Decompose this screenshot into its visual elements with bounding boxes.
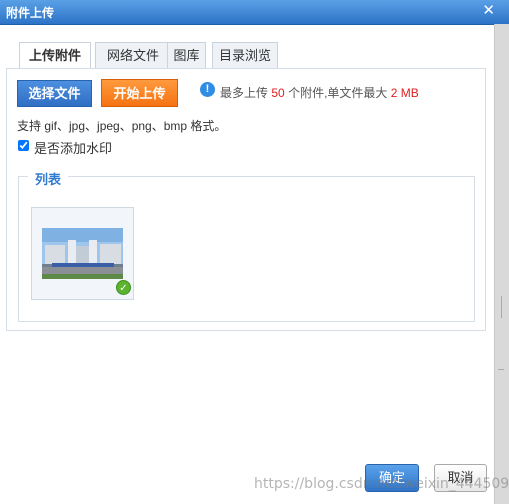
- info-middle: 个附件,单文件最大: [288, 86, 388, 100]
- tab-network-file[interactable]: 网络文件: [95, 42, 171, 68]
- upload-success-icon: ✓: [116, 280, 131, 295]
- info-prefix: 最多上传: [220, 86, 269, 100]
- watermark-checkbox[interactable]: [18, 140, 29, 151]
- background-page-strip: [494, 24, 509, 504]
- dialog-title-bar: 附件上传 ✕: [0, 0, 509, 25]
- page-watermark: https://blog.csdn.net/weixin_44450968: [254, 476, 509, 492]
- file-list-legend: 列表: [28, 169, 69, 188]
- upload-limit-info: 最多上传 50 个附件,单文件最大 2 MB: [220, 84, 419, 101]
- tab-gallery[interactable]: 图库: [167, 42, 206, 68]
- building-photo: [42, 228, 123, 279]
- max-file-size: 2 MB: [390, 86, 419, 100]
- close-icon[interactable]: ✕: [482, 2, 495, 20]
- start-upload-button[interactable]: 开始上传: [101, 79, 178, 107]
- watermark-label: 是否添加水印: [34, 141, 113, 156]
- dialog-title: 附件上传: [6, 6, 55, 20]
- tab-upload-attachment[interactable]: 上传附件: [19, 42, 91, 69]
- uploaded-file-thumbnail[interactable]: ✓: [31, 207, 134, 300]
- select-file-button[interactable]: 选择文件: [17, 80, 92, 107]
- info-icon: !: [200, 82, 215, 97]
- supported-formats-text: 支持 gif、jpg、jpeg、png、bmp 格式。: [17, 119, 227, 133]
- tab-directory-browse[interactable]: 目录浏览: [212, 42, 278, 68]
- max-files-count: 50: [271, 86, 285, 100]
